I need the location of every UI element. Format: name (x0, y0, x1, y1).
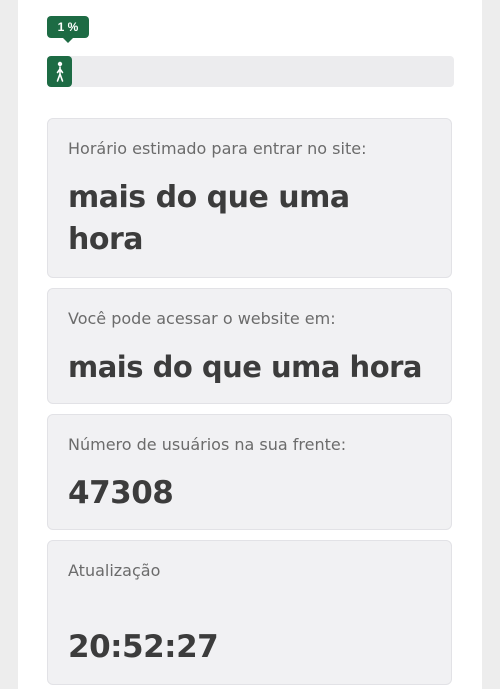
access-time-value: mais do que uma hora (68, 350, 423, 384)
last-update-card: Atualização 20:52:27 (47, 540, 452, 685)
estimated-entry-time-card: Horário estimado para entrar no site: ma… (47, 118, 452, 278)
last-update-value: 20:52:27 (68, 629, 219, 665)
queue-progress: 1 % (47, 16, 454, 88)
progress-percentage-badge: 1 % (47, 16, 89, 43)
users-ahead-value: 47308 (68, 475, 174, 511)
progress-bar-fill (47, 56, 72, 87)
progress-bar-track (47, 56, 454, 87)
users-ahead-label: Número de usuários na sua frente: (68, 435, 347, 454)
estimated-entry-time-label: Horário estimado para entrar no site: (68, 139, 367, 158)
access-time-card: Você pode acessar o website em: mais do … (47, 288, 452, 404)
estimated-entry-time-value: mais do que uma hora (68, 180, 350, 257)
users-ahead-card: Número de usuários na sua frente: 47308 (47, 414, 452, 530)
walking-person-icon (47, 56, 72, 87)
last-update-label: Atualização (68, 561, 161, 580)
access-time-label: Você pode acessar o website em: (68, 309, 336, 328)
